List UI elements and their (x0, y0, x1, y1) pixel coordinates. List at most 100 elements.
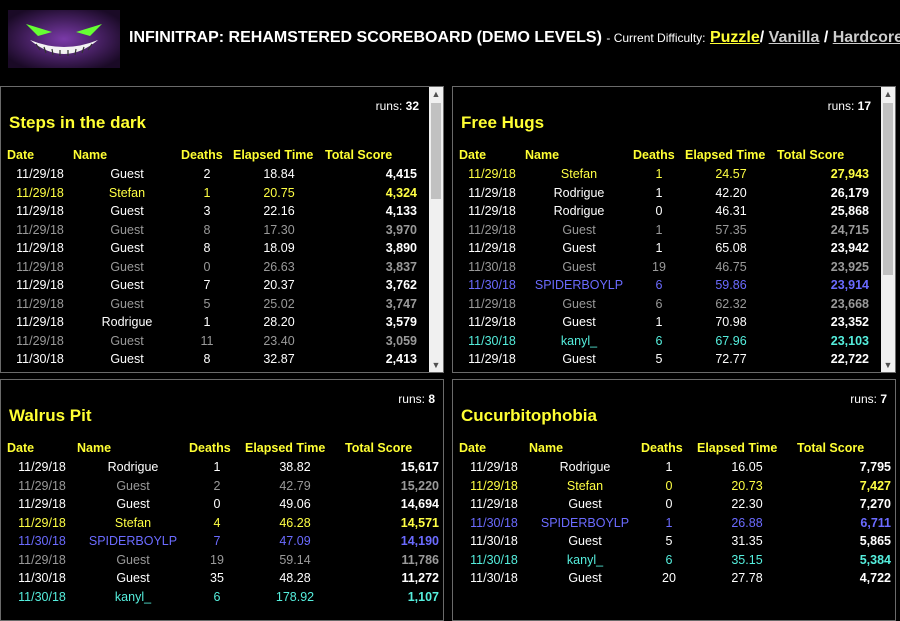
cell-total-score: 3,837 (385, 259, 417, 274)
level-panel-walrus-pit: runs: 8 Walrus Pit Date Name Deaths Elap… (0, 379, 444, 621)
cell-total-score: 23,914 (830, 278, 869, 293)
scrollbar-thumb[interactable] (883, 103, 893, 275)
cell-deaths: 1 (203, 315, 211, 330)
scroll-down-icon[interactable]: ▼ (881, 358, 895, 372)
table-row: 11/30/18 Guest 35 48.28 11,272 (7, 569, 443, 588)
cell-deaths: 7 (203, 278, 211, 293)
cell-elapsed-time: 47.09 (279, 534, 311, 549)
separator: / (759, 29, 765, 46)
table-row: 11/29/18 Stefan 1 24.57 27,943 (459, 165, 873, 184)
cell-total-score: 5,384 (859, 552, 891, 567)
cell-total-score: 23,103 (830, 333, 869, 348)
table-row: 11/29/18 Guest 3 22.16 4,133 (7, 202, 421, 221)
runs-count: runs: 17 (827, 99, 871, 113)
table-row: 11/30/18 Guest 8 32.87 2,413 (7, 350, 421, 369)
cell-deaths: 11 (200, 333, 214, 348)
table-header-row: Date Name Deaths Elapsed Time Total Scor… (459, 145, 873, 165)
table-header-row: Date Name Deaths Elapsed Time Total Scor… (7, 145, 421, 165)
cell-total-score: 23,352 (830, 315, 869, 330)
cell-elapsed-time: 65.08 (715, 241, 747, 256)
cell-deaths: 19 (652, 259, 666, 274)
level-panel-free-hugs[interactable]: runs: 17 Free Hugs Date Name Deaths Elap… (452, 86, 896, 373)
cell-date: 11/29/18 (470, 460, 518, 475)
page-header: INFINITRAP: REHAMSTERED SCOREBOARD (DEMO… (0, 0, 900, 78)
cell-date: 11/29/18 (468, 222, 516, 237)
cell-total-score: 11,786 (401, 552, 439, 567)
cell-elapsed-time: 72.77 (715, 352, 747, 367)
cell-player-name: Guest (110, 241, 144, 256)
cell-date: 11/30/18 (18, 534, 66, 549)
cell-date: 11/29/18 (16, 222, 64, 237)
cell-total-score: 14,694 (400, 497, 439, 512)
cell-total-score: 22,722 (830, 352, 869, 367)
cell-deaths: 0 (665, 478, 673, 493)
score-table: Date Name Deaths Elapsed Time Total Scor… (459, 145, 873, 369)
score-table: Date Name Deaths Elapsed Time Total Scor… (7, 438, 443, 606)
cell-date: 11/30/18 (470, 552, 518, 567)
cell-elapsed-time: 49.06 (279, 497, 311, 512)
cell-total-score: 4,324 (385, 185, 417, 200)
table-row: 11/29/18 Rodrigue 1 16.05 7,795 (459, 458, 895, 477)
grinning-monster-logo-icon (8, 10, 120, 68)
cell-elapsed-time: 62.32 (715, 296, 747, 311)
table-row: 11/29/18 Guest 0 49.06 14,694 (7, 495, 443, 514)
level-title: Steps in the dark (9, 113, 146, 132)
table-row: 11/30/18 Guest 5 31.35 5,865 (459, 532, 895, 551)
cell-deaths: 6 (655, 333, 663, 348)
cell-player-name: Guest (110, 278, 144, 293)
col-total-score: Total Score (797, 441, 865, 455)
level-panel-steps-in-the-dark[interactable]: runs: 32 Steps in the dark Date Name Dea… (0, 86, 444, 373)
cell-player-name: kanyl_ (560, 333, 598, 348)
cell-deaths: 5 (655, 352, 663, 367)
cell-deaths: 20 (662, 571, 676, 586)
cell-deaths: 0 (213, 497, 221, 512)
cell-date: 11/29/18 (470, 478, 518, 493)
cell-elapsed-time: 17.30 (263, 222, 295, 237)
scroll-up-icon[interactable]: ▲ (881, 87, 895, 101)
col-deaths: Deaths (641, 441, 683, 455)
col-date: Date (7, 441, 35, 455)
scrollbar[interactable]: ▲ ▼ (429, 87, 443, 372)
cell-elapsed-time: 32.87 (263, 352, 295, 367)
level-title: Walrus Pit (9, 406, 92, 425)
cell-player-name: Rodrigue (101, 315, 153, 330)
table-row: 11/29/18 Guest 1 57.35 24,715 (459, 221, 873, 240)
scrollbar[interactable]: ▲ ▼ (881, 87, 895, 372)
cell-deaths: 1 (665, 515, 673, 530)
cell-elapsed-time: 46.28 (279, 515, 311, 530)
cell-player-name: Guest (568, 571, 602, 586)
table-row: 11/29/18 Guest 0 22.30 7,270 (459, 495, 895, 514)
difficulty-vanilla-link[interactable]: Vanilla (769, 29, 820, 46)
cell-total-score: 15,220 (400, 478, 439, 493)
difficulty-puzzle-link[interactable]: Puzzle (710, 29, 760, 46)
scroll-down-icon[interactable]: ▼ (429, 358, 443, 372)
cell-elapsed-time: 59.14 (279, 552, 311, 567)
cell-player-name: Guest (568, 497, 602, 512)
scroll-up-icon[interactable]: ▲ (429, 87, 443, 101)
cell-deaths: 6 (655, 296, 663, 311)
cell-elapsed-time: 35.15 (731, 552, 763, 567)
cell-deaths: 1 (655, 185, 663, 200)
difficulty-hardcore-link[interactable]: Hardcore (833, 29, 900, 46)
table-row: 11/29/18 Guest 5 25.02 3,747 (7, 295, 421, 314)
cell-deaths: 35 (210, 571, 224, 586)
cell-player-name: Guest (562, 315, 596, 330)
cell-elapsed-time: 31.35 (731, 534, 763, 549)
table-row: 11/29/18 Rodrigue 1 28.20 3,579 (7, 313, 421, 332)
cell-player-name: kanyl_ (566, 552, 604, 567)
col-total-score: Total Score (777, 148, 845, 162)
cell-elapsed-time: 23.40 (263, 333, 295, 348)
cell-player-name: Rodrigue (107, 460, 159, 475)
cell-date: 11/30/18 (468, 333, 516, 348)
cell-date: 11/29/18 (468, 185, 516, 200)
col-elapsed-time: Elapsed Time (685, 148, 766, 162)
table-row: 11/30/18 kanyl_ 6 67.96 23,103 (459, 332, 873, 351)
cell-elapsed-time: 24.57 (715, 167, 747, 182)
cell-elapsed-time: 46.75 (715, 259, 747, 274)
table-row: 11/29/18 Guest 2 42.79 15,220 (7, 477, 443, 496)
score-table: Date Name Deaths Elapsed Time Total Scor… (459, 438, 895, 588)
scrollbar-thumb[interactable] (431, 103, 441, 199)
table-row: 11/29/18 Stefan 1 20.75 4,324 (7, 184, 421, 203)
cell-elapsed-time: 57.35 (715, 222, 747, 237)
cell-date: 11/29/18 (16, 167, 64, 182)
